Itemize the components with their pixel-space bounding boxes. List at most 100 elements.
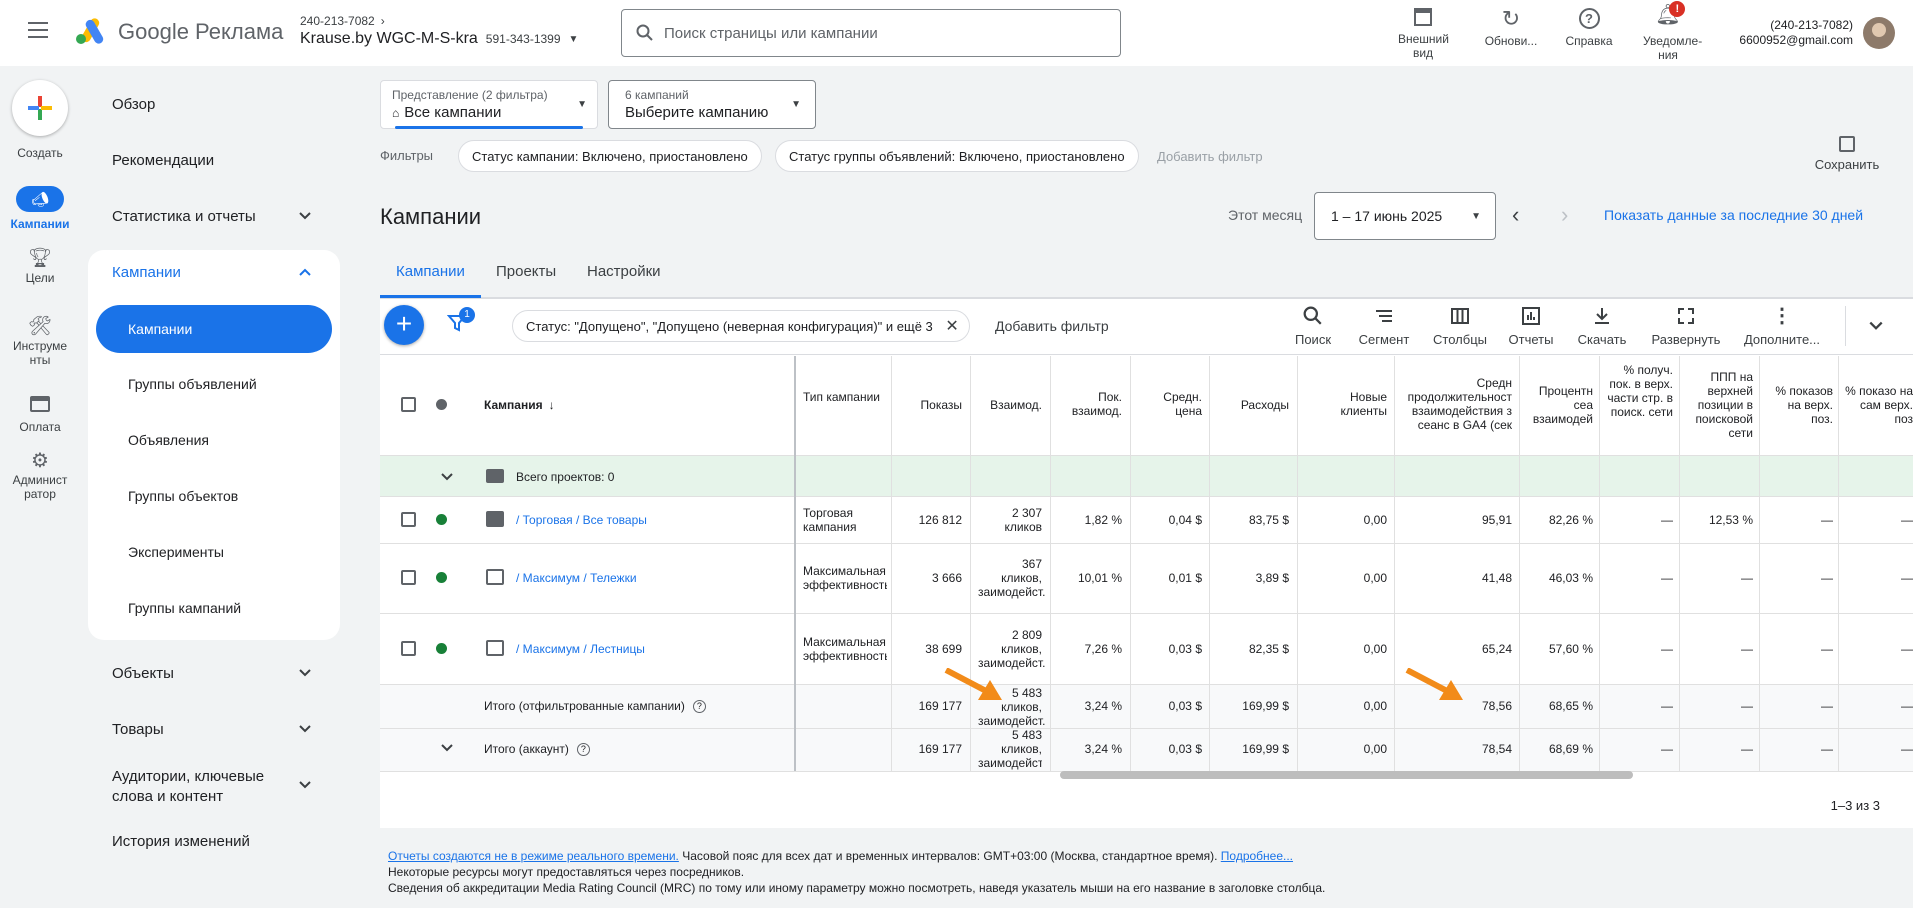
header-abs-top[interactable]: % показо на сам верх. поз — [1845, 384, 1913, 426]
add-campaign-button[interactable]: + — [384, 305, 424, 345]
account-switcher[interactable]: 240-213-7082 › Krause.by WGC-M-S-kra 591-3… — [300, 14, 578, 48]
tool-expand[interactable]: Развернуть — [1650, 306, 1722, 347]
nav-objects[interactable]: Объекты — [112, 665, 174, 682]
appearance-button[interactable]: Внешний вид — [1392, 8, 1454, 60]
nav-stats[interactable]: Статистика и отчеты — [112, 208, 256, 225]
select-all-checkbox[interactable] — [401, 397, 416, 412]
nav-sub-adgroups[interactable]: Группы объявлений — [128, 376, 257, 392]
help-button[interactable]: ? Справка — [1558, 8, 1620, 48]
header-ppp[interactable]: ППП на верхней позиции в поисковой сети — [1685, 370, 1753, 440]
columns-icon — [1451, 308, 1469, 324]
nav-history[interactable]: История изменений — [112, 833, 250, 850]
rail-label-billing: Оплата — [19, 420, 61, 434]
nav-overview[interactable]: Обзор — [112, 96, 155, 113]
help-icon[interactable]: ? — [692, 699, 706, 713]
campaign-name-link[interactable]: / Максимум / Тележки — [516, 571, 637, 585]
menu-icon[interactable] — [28, 22, 48, 40]
header-campaign[interactable]: Кампания ↓ — [484, 398, 555, 412]
date-range-value: 1 – 17 июнь 2025 — [1331, 208, 1443, 224]
nav-sub-campaigns[interactable]: Кампании — [96, 305, 332, 353]
rail-item-admin[interactable]: ⚙︎ Админист ратор — [0, 451, 80, 501]
percent-value: 82,26 % — [1548, 513, 1593, 527]
tool-more[interactable]: ⋮ Дополните... — [1742, 306, 1822, 347]
filter-chip-campaign-status[interactable]: Статус кампании: Включено, приостановлен… — [458, 140, 762, 172]
nav-products[interactable]: Товары — [112, 721, 164, 738]
filter-chip-adgroup-status[interactable]: Статус группы объявлений: Включено, прио… — [775, 140, 1139, 172]
help-icon[interactable]: ? — [576, 742, 590, 756]
status-enabled-icon — [436, 572, 447, 583]
user-info[interactable]: (240-213-7082) 6600952@gmail.com — [1725, 18, 1853, 48]
last-30-days-link[interactable]: Показать данные за последние 30 дней — [1604, 207, 1863, 223]
tool-columns[interactable]: Столбцы — [1430, 306, 1490, 347]
refresh-button[interactable]: ↻ Обнови... — [1480, 8, 1542, 49]
rail-item-campaigns[interactable]: 📣︎ Кампании — [0, 186, 80, 231]
realtime-link[interactable]: Отчеты создаются не в режиме реального в… — [388, 849, 679, 863]
rail-item-goals[interactable]: 🏆︎ Цели — [0, 249, 80, 285]
header-avg-cost[interactable]: Средн. цена — [1138, 390, 1202, 418]
tool-more-label: Дополните... — [1743, 332, 1821, 347]
tool-reports[interactable]: Отчеты — [1505, 306, 1557, 347]
header-percent[interactable]: Процентн сеа взаимодей — [1525, 384, 1593, 426]
nav-sub-campaign-groups[interactable]: Группы кампаний — [128, 600, 241, 616]
header-type[interactable]: Тип кампании — [803, 390, 883, 404]
campaign-selector[interactable]: 6 кампаний Выберите кампанию ▼ — [608, 80, 816, 129]
notifications-button[interactable]: 🔔︎ ! Уведомле-ния — [1634, 1, 1702, 62]
header-duration[interactable]: Средн продолжительност взаимодействия з … — [1400, 376, 1512, 432]
avg-cost-total: 0,03 $ — [1168, 699, 1202, 713]
nav-audiences[interactable]: Аудитории, ключевые слова и контент — [112, 767, 292, 807]
prev-period-button[interactable]: ‹ — [1512, 202, 1519, 228]
tool-segment[interactable]: Сегмент — [1356, 306, 1412, 347]
save-view-button[interactable]: Сохранить — [1810, 136, 1884, 172]
chevron-down-icon[interactable] — [440, 470, 454, 484]
header-interactions[interactable]: Взаимод. — [978, 398, 1042, 412]
totals-filtered-text: Итого (отфильтрованные кампании) — [484, 699, 685, 713]
header-new-clients[interactable]: Новые клиенты — [1305, 390, 1387, 418]
row-checkbox[interactable] — [401, 570, 416, 585]
interactions-value: 2 809 кликов, заимодейст. — [978, 628, 1046, 670]
search-box[interactable]: Поиск страницы или кампании — [621, 9, 1121, 57]
status-filter-chip[interactable]: Статус: "Допущено", "Допущено (неверная … — [512, 310, 970, 342]
abs-top-total: — — [1901, 699, 1913, 713]
close-icon[interactable]: ✕ — [945, 316, 958, 336]
add-table-filter[interactable]: Добавить фильтр — [995, 318, 1109, 334]
tool-download-label: Скачать — [1577, 332, 1627, 347]
tool-search[interactable]: Поиск — [1292, 306, 1334, 347]
tab-projects[interactable]: Проекты — [480, 250, 572, 298]
more-info-link[interactable]: Подробнее... — [1221, 849, 1293, 863]
avatar[interactable] — [1863, 17, 1895, 49]
percent-total: 68,69 % — [1548, 742, 1593, 756]
toolbar-divider — [1845, 306, 1846, 346]
chevron-down-icon[interactable] — [440, 741, 454, 755]
create-button[interactable] — [12, 80, 68, 136]
header-interaction-rate[interactable]: Пок. взаимод. — [1058, 390, 1122, 418]
tab-settings[interactable]: Настройки — [571, 250, 677, 298]
header-cost[interactable]: Расходы — [1217, 398, 1289, 412]
caret-down-icon: ▼ — [568, 33, 579, 45]
nav-sub-asset-groups[interactable]: Группы объектов — [128, 488, 238, 504]
next-period-button[interactable]: › — [1561, 202, 1568, 228]
nav-recommendations[interactable]: Рекомендации — [112, 152, 214, 169]
header-impressions[interactable]: Показы — [900, 398, 962, 412]
row-checkbox[interactable] — [401, 641, 416, 656]
view-selector[interactable]: Представление (2 фильтра) ⌂ Все кампании … — [380, 80, 598, 129]
tab-campaigns[interactable]: Кампании — [380, 250, 481, 298]
filter-funnel-button[interactable]: 1 — [446, 307, 475, 337]
add-filter-link[interactable]: Добавить фильтр — [1157, 149, 1263, 164]
horizontal-scrollbar[interactable] — [1060, 771, 1633, 779]
save-icon — [1839, 136, 1855, 152]
date-range-picker[interactable]: 1 – 17 июнь 2025 ▼ — [1314, 192, 1496, 240]
rail-item-billing[interactable]: Оплата — [0, 394, 80, 434]
nav-sub-experiments[interactable]: Эксперименты — [128, 544, 224, 560]
campaign-name-link[interactable]: / Максимум / Лестницы — [516, 642, 645, 656]
search-input[interactable]: Поиск страницы или кампании — [664, 25, 878, 42]
rail-item-tools[interactable]: 🛠︎ Инструме нты — [0, 317, 80, 367]
tool-search-label: Поиск — [1294, 332, 1332, 347]
nav-campaigns[interactable]: Кампании — [112, 264, 181, 281]
campaign-name-link[interactable]: / Торговая / Все товары — [516, 513, 647, 527]
tool-download[interactable]: Скачать — [1574, 306, 1630, 347]
header-top-share[interactable]: % получ. пок. в верх. части стр. в поиск… — [1605, 363, 1673, 419]
chevron-down-icon[interactable] — [1868, 318, 1884, 334]
header-top-pct[interactable]: % показов на верх. поз. — [1765, 384, 1833, 426]
row-checkbox[interactable] — [401, 512, 416, 527]
nav-sub-ads[interactable]: Объявления — [128, 432, 209, 448]
